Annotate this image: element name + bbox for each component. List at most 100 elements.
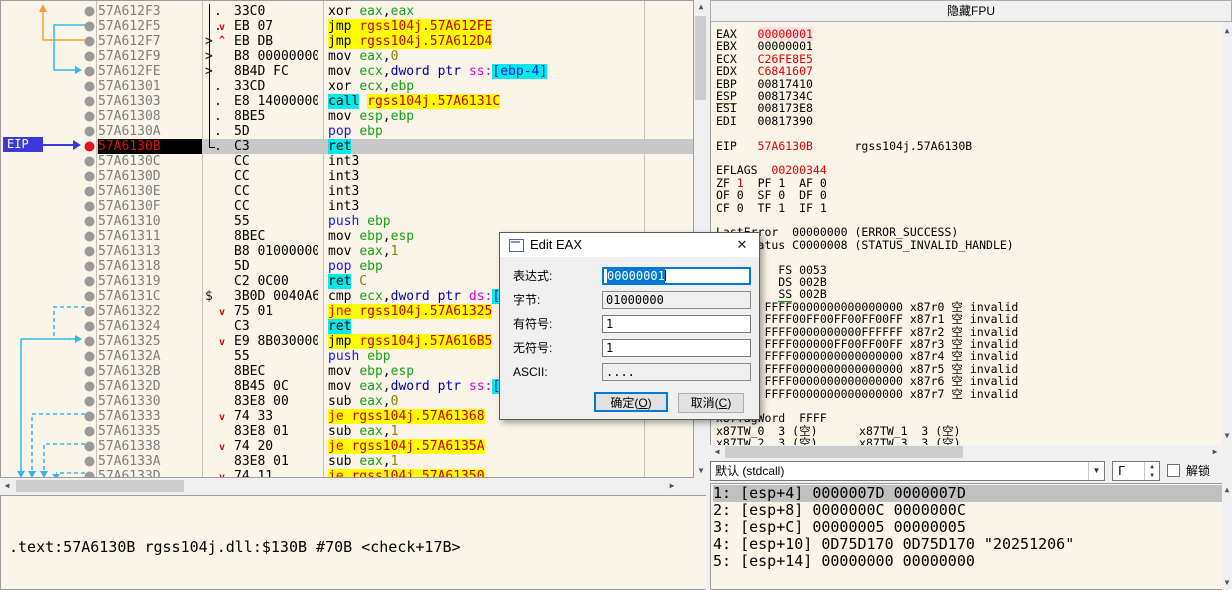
breakpoint-dot[interactable] xyxy=(85,7,95,17)
breakpoint-dot[interactable] xyxy=(85,37,95,47)
breakpoint-dot[interactable] xyxy=(85,352,95,362)
registers-pane[interactable]: EAX 00000001EBX 00000001ECX C26FE8E5EDX … xyxy=(710,22,1222,445)
disasm-row[interactable]: 57A6130B.C3ret xyxy=(97,139,693,154)
stack-arg-row[interactable]: 4: [esp+10] 0D75D170 0D75D170 "20251206" xyxy=(713,536,1222,553)
breakpoint-dot[interactable] xyxy=(85,172,95,182)
register-line[interactable]: FFFF0000000000000000 x87r6 空 invalid xyxy=(716,375,1018,387)
cancel-button[interactable]: 取消(C) xyxy=(678,393,744,413)
scroll-left-icon[interactable]: ◀ xyxy=(710,445,724,459)
stack-arg-row[interactable]: 2: [esp+8] 0000000C 0000000C xyxy=(713,502,1222,519)
disasm-row[interactable]: 57A612F3.33C0xor eax,eax xyxy=(97,4,693,19)
unlock-checkbox[interactable] xyxy=(1167,464,1180,477)
register-line[interactable]: FFFF00FF00FF00FF00FF x87r1 空 invalid xyxy=(716,313,1018,325)
disasm-row[interactable]: 57A6130CCCint3 xyxy=(97,154,693,169)
breakpoint-dot[interactable] xyxy=(85,367,95,377)
register-line[interactable]: LastStatus C0000008 (STATUS_INVALID_HAND… xyxy=(716,239,1014,251)
ok-button[interactable]: 确定(O) xyxy=(594,392,668,412)
breakpoint-dot[interactable] xyxy=(85,472,95,479)
scroll-right-icon[interactable]: ▶ xyxy=(665,479,679,493)
register-line[interactable]: EFLAGS 00200344 xyxy=(716,164,827,176)
breakpoint-dot[interactable] xyxy=(85,307,95,317)
scroll-up-icon[interactable]: ▲ xyxy=(1220,24,1232,38)
chevron-down-icon[interactable]: ▼ xyxy=(1088,462,1104,480)
register-line[interactable]: FFFF0000000000000000 x87r7 空 invalid xyxy=(716,388,1018,400)
breakpoint-dot[interactable] xyxy=(85,217,95,227)
disasm-hscrollbar[interactable]: ◀ ▶ xyxy=(0,479,694,493)
register-line[interactable]: EBX 00000001 xyxy=(716,40,813,52)
disasm-row[interactable]: 57A6130DCCint3 xyxy=(97,169,693,184)
scroll-thumb[interactable] xyxy=(725,446,963,458)
breakpoint-dot[interactable] xyxy=(85,127,95,137)
register-line[interactable]: EBP 00817410 xyxy=(716,78,813,90)
breakpoint-dot[interactable] xyxy=(85,442,95,452)
scroll-down-icon[interactable]: ▼ xyxy=(1220,576,1232,590)
disasm-row[interactable]: 57A6130FCCint3 xyxy=(97,199,693,214)
register-line[interactable]: ZF 1 PF 1 AF 0 xyxy=(716,177,827,189)
breakpoint-dot[interactable] xyxy=(85,52,95,62)
stack-arg-row[interactable]: 3: [esp+C] 00000005 00000005 xyxy=(713,519,1222,536)
scroll-up-icon[interactable]: ▲ xyxy=(1220,483,1232,497)
breakpoint-dot[interactable] xyxy=(85,157,95,167)
breakpoint-dot[interactable] xyxy=(85,187,95,197)
calling-convention-select[interactable]: 默认 (stdcall) ▼ xyxy=(710,461,1105,481)
disasm-row[interactable]: 57A612F7>^EB DBjmp rgss104j.57A612D4 xyxy=(97,34,693,49)
register-line[interactable]: EIP 57A6130B rgss104j.57A6130B xyxy=(716,140,972,152)
disasm-row[interactable]: 57A6133Dv74 11je rgss104j.57A61350 xyxy=(97,469,693,478)
breakpoint-dot[interactable] xyxy=(85,262,95,272)
registers-vscrollbar[interactable]: ▲ ▼ xyxy=(1222,22,1232,445)
register-line[interactable]: x87TW_2 3 (空) x87TW_3 3 (空) xyxy=(716,437,961,445)
scroll-left-icon[interactable]: ◀ xyxy=(0,479,14,493)
disasm-row[interactable]: 57A6130A.5Dpop ebp xyxy=(97,124,693,139)
breakpoint-dot[interactable] xyxy=(85,232,95,242)
register-line[interactable]: FFFF0000000000000000 x87r0 空 invalid xyxy=(716,301,1018,313)
register-line[interactable]: x87TW_0 3 (空) x87TW_1 3 (空) xyxy=(716,425,961,437)
arg-count-stepper[interactable]: Γ ▲▼ xyxy=(1112,461,1160,481)
disasm-row[interactable]: 57A612FE>8B4D FCmov ecx,dword ptr ss:[eb… xyxy=(97,64,693,79)
breakpoint-dot[interactable] xyxy=(85,397,95,407)
disasm-row[interactable]: 57A6131055push ebp xyxy=(97,214,693,229)
stack-args-list[interactable]: 1: [esp+4] 0000007D 0000007D2: [esp+8] 0… xyxy=(710,483,1222,590)
register-line[interactable]: FFFF0000000000000000 x87r5 空 invalid xyxy=(716,363,1018,375)
eip-dot[interactable] xyxy=(85,142,95,152)
register-line[interactable]: FFFF0000000000FFFFFF x87r2 空 invalid xyxy=(716,326,1018,338)
breakpoint-dot[interactable] xyxy=(85,382,95,392)
scroll-down-icon[interactable]: ▼ xyxy=(1220,429,1232,443)
register-line[interactable]: FFFF000000FF00FF00FF x87r3 空 invalid xyxy=(716,338,1018,350)
register-line[interactable]: EDI 00817390 xyxy=(716,115,813,127)
breakpoint-dot[interactable] xyxy=(85,322,95,332)
disasm-row[interactable]: 57A6133A83E8 01sub eax,1 xyxy=(97,454,693,469)
dialog-titlebar[interactable]: Edit EAX ✕ xyxy=(500,233,759,257)
disasm-row[interactable]: 57A61301.33CDxor ecx,ebp xyxy=(97,79,693,94)
close-icon[interactable]: ✕ xyxy=(733,236,751,254)
disasm-row[interactable]: 57A6133583E8 01sub eax,1 xyxy=(97,424,693,439)
breakpoint-dot[interactable] xyxy=(85,97,95,107)
breakpoint-dot[interactable] xyxy=(85,292,95,302)
breakpoint-dot[interactable] xyxy=(85,67,95,77)
disasm-row[interactable]: 57A6130ECCint3 xyxy=(97,184,693,199)
breakpoint-dot[interactable] xyxy=(85,277,95,287)
disasm-row[interactable]: 57A61308.8BE5mov esp,ebp xyxy=(97,109,693,124)
hide-fpu-button[interactable]: 隐藏FPU xyxy=(710,0,1232,22)
breakpoint-dot[interactable] xyxy=(85,457,95,467)
stepper-arrows-icon[interactable]: ▲▼ xyxy=(1144,462,1159,480)
disasm-row[interactable]: 57A612F9>B8 00000000mov eax,0 xyxy=(97,49,693,64)
register-line[interactable]: OF 0 SF 0 DF 0 xyxy=(716,189,827,201)
args-vscrollbar[interactable]: ▲ ▼ xyxy=(1222,483,1232,590)
register-line[interactable]: ECX C26FE8E5 xyxy=(716,53,813,65)
register-line[interactable]: FFFF0000000000000000 x87r4 空 invalid xyxy=(716,350,1018,362)
disasm-row[interactable]: 57A612F5.vEB 07jmp rgss104j.57A612FE xyxy=(97,19,693,34)
field-input[interactable]: 00000001 xyxy=(602,267,751,285)
scroll-right-icon[interactable]: ▶ xyxy=(1208,445,1222,459)
field-input[interactable]: 1 xyxy=(602,315,751,333)
breakpoint-dot[interactable] xyxy=(85,202,95,212)
breakpoint-dot[interactable] xyxy=(85,427,95,437)
scroll-thumb[interactable] xyxy=(16,480,184,492)
disasm-row[interactable]: 57A61338v74 20je rgss104j.57A6135A xyxy=(97,439,693,454)
breakpoint-dot[interactable] xyxy=(85,82,95,92)
breakpoint-dot[interactable] xyxy=(85,22,95,32)
disasm-row[interactable]: 57A61303.E8 14000000call rgss104j.57A613… xyxy=(97,94,693,109)
stack-arg-row[interactable]: 5: [esp+14] 00000000 00000000 xyxy=(713,553,1222,570)
registers-hscrollbar[interactable]: ◀ ▶ xyxy=(710,445,1222,459)
register-line[interactable]: ESI 008173E8 xyxy=(716,102,813,114)
stack-arg-row[interactable]: 1: [esp+4] 0000007D 0000007D xyxy=(713,485,1222,502)
